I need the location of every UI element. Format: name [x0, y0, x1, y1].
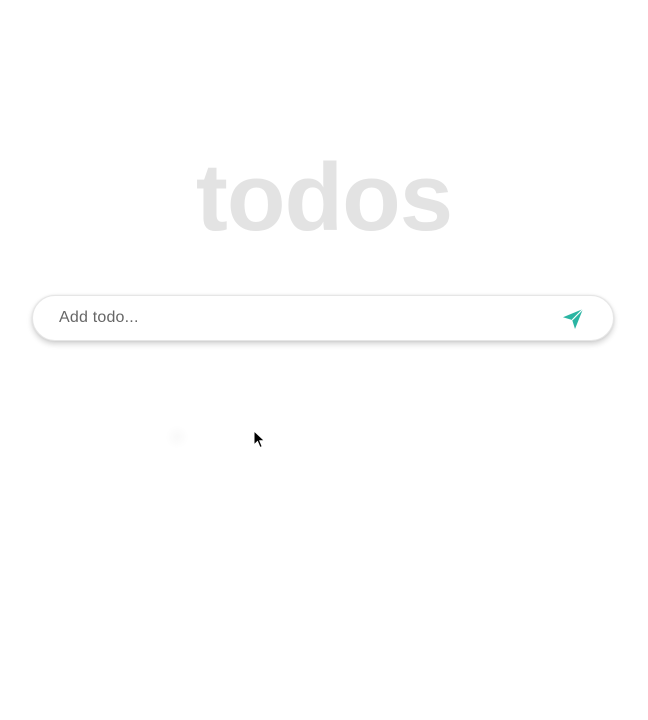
- faint-artifact: [165, 425, 189, 449]
- add-todo-button[interactable]: [561, 306, 587, 332]
- add-todo-input[interactable]: [59, 296, 539, 340]
- mouse-cursor-icon: [253, 430, 266, 449]
- app-title: todos: [195, 144, 453, 251]
- add-todo-form: [32, 295, 614, 341]
- send-icon: [563, 308, 584, 329]
